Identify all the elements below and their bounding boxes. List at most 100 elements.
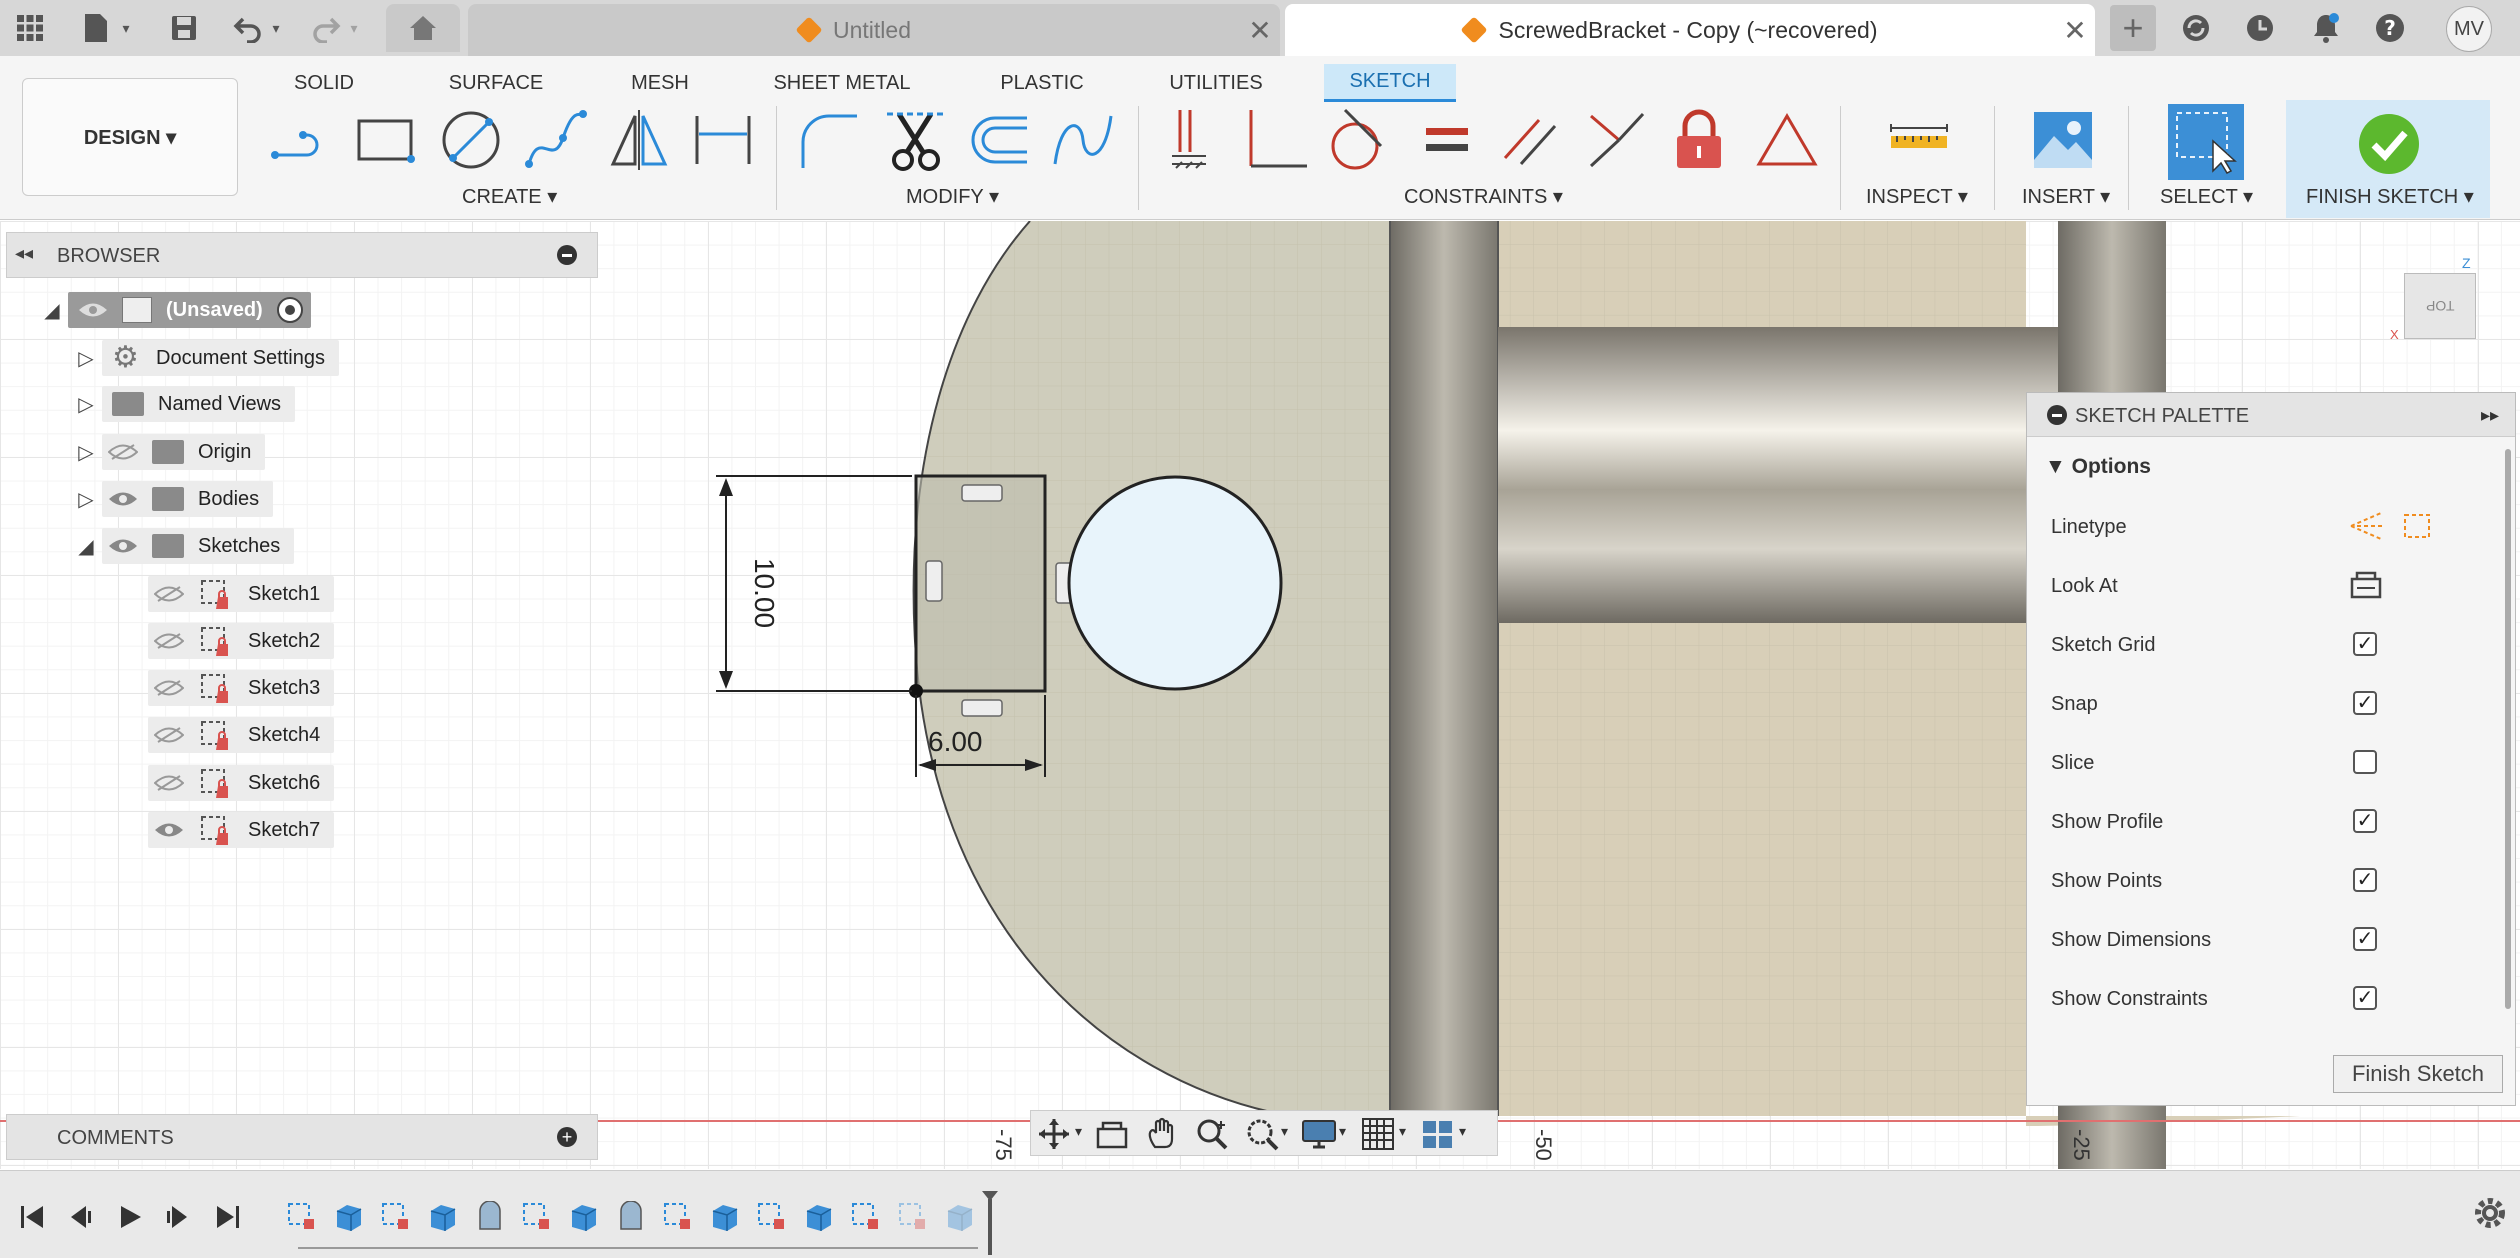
palette-option-checkbox[interactable]: ✓ — [2353, 632, 2377, 656]
height-dimension-value[interactable]: 10.00 — [748, 553, 780, 633]
palette-option-checkbox[interactable]: ✓ — [2353, 691, 2377, 715]
play-icon[interactable] — [112, 1199, 148, 1235]
palette-minimize-icon[interactable] — [2047, 405, 2067, 425]
browser-sketch-item[interactable]: Sketch1 — [148, 576, 335, 612]
save-icon[interactable] — [164, 8, 204, 48]
file-menu-dropdown-icon[interactable]: ▾ — [116, 8, 136, 48]
timeline-extrude-icon[interactable] — [709, 1201, 741, 1238]
browser-item-bodies[interactable]: ▷ Bodies — [70, 481, 274, 517]
timeline-extrude-icon[interactable] — [427, 1201, 459, 1238]
constraints-menu[interactable]: CONSTRAINTS ▾ — [1404, 184, 1563, 209]
width-dimension-value[interactable]: 6.00 — [928, 726, 983, 758]
timeline-marker[interactable] — [982, 1191, 998, 1260]
curve-tool-icon[interactable] — [1048, 104, 1118, 176]
modify-menu[interactable]: MODIFY ▾ — [906, 184, 999, 209]
finish-sketch-menu[interactable]: FINISH SKETCH ▾ — [2306, 184, 2474, 209]
tab-solid[interactable]: SOLID — [278, 64, 370, 102]
timeline-sketch-icon[interactable] — [850, 1201, 882, 1238]
measure-ruler-icon[interactable] — [1884, 104, 1954, 176]
timeline-settings-gear-icon[interactable] — [2472, 1195, 2508, 1236]
dimension-tool-icon[interactable] — [688, 104, 758, 176]
zoom-icon[interactable] — [1195, 1117, 1229, 1156]
hidden-eye-icon[interactable] — [154, 679, 184, 697]
expand-triangle-icon[interactable]: ▷ — [70, 440, 102, 465]
visibility-eye-icon[interactable] — [108, 490, 138, 508]
timeline-sketch-icon[interactable] — [662, 1201, 694, 1238]
hidden-eye-icon[interactable] — [108, 443, 138, 461]
go-to-start-icon[interactable] — [14, 1199, 50, 1235]
redo-dropdown-icon[interactable]: ▾ — [344, 8, 364, 48]
help-icon[interactable]: ? — [2370, 8, 2410, 48]
browser-root[interactable]: ◢ (Unsaved) — [36, 292, 311, 328]
tab-plastic[interactable]: PLASTIC — [988, 64, 1096, 102]
display-settings-icon[interactable] — [1301, 1117, 1337, 1156]
viewports-dropdown-icon[interactable]: ▾ — [1459, 1123, 1466, 1140]
close-tab-icon[interactable]: ✕ — [2055, 14, 2095, 47]
view-cube[interactable]: TOP — [2404, 273, 2476, 339]
tab-sketch[interactable]: SKETCH — [1324, 64, 1456, 102]
activate-radio-icon[interactable] — [276, 297, 303, 323]
browser-sketch-item[interactable]: Sketch4 — [148, 717, 335, 753]
select-box-icon[interactable] — [2168, 104, 2244, 180]
file-menu-icon[interactable] — [76, 8, 116, 48]
look-at-icon[interactable] — [2349, 569, 2383, 606]
tab-surface[interactable]: SURFACE — [440, 64, 552, 102]
browser-item-sketches[interactable]: ◢ Sketches — [70, 528, 295, 564]
extensions-icon[interactable] — [2176, 8, 2216, 48]
browser-minimize-icon[interactable] — [557, 245, 577, 265]
timeline-extrude-icon[interactable] — [568, 1201, 600, 1238]
insert-image-icon[interactable] — [2028, 104, 2098, 176]
construction-linetype-icon[interactable] — [2347, 509, 2385, 548]
options-section[interactable]: ▼ Options — [2045, 455, 2151, 479]
timeline-sketch-icon[interactable] — [756, 1201, 788, 1238]
tab-sheet-metal[interactable]: SHEET METAL — [768, 64, 916, 102]
browser-sketch-item[interactable]: Sketch2 — [148, 623, 335, 659]
timeline-extrude-icon[interactable] — [944, 1201, 976, 1238]
visibility-eye-icon[interactable] — [154, 821, 184, 839]
display-dropdown-icon[interactable]: ▾ — [1339, 1123, 1346, 1140]
close-tab-icon[interactable]: ✕ — [1240, 14, 1280, 47]
new-tab-button[interactable]: + — [2110, 5, 2156, 51]
hidden-eye-icon[interactable] — [154, 585, 184, 603]
undo-icon[interactable] — [228, 8, 268, 48]
circle-tool-icon[interactable] — [436, 104, 506, 176]
expand-palette-icon[interactable]: ▸▸ — [2481, 405, 2499, 426]
equal-constraint-icon[interactable] — [1412, 104, 1482, 176]
timeline-revolve-icon[interactable] — [474, 1200, 506, 1238]
line-tool-icon[interactable] — [266, 104, 336, 176]
user-avatar[interactable]: MV — [2446, 6, 2492, 52]
fix-lock-icon[interactable] — [1664, 104, 1734, 176]
step-forward-icon[interactable] — [160, 1199, 196, 1235]
go-to-end-icon[interactable] — [210, 1199, 246, 1235]
rectangle-tool-icon[interactable] — [350, 104, 420, 176]
triangle-constraint-icon[interactable] — [1752, 104, 1822, 176]
visibility-eye-icon[interactable] — [108, 537, 138, 555]
step-back-icon[interactable] — [62, 1199, 98, 1235]
collapse-triangle-icon[interactable]: ◢ — [70, 534, 102, 559]
tab-utilities[interactable]: UTILITIES — [1160, 64, 1272, 102]
home-tab[interactable] — [386, 4, 460, 52]
collinear-constraint-icon[interactable] — [1580, 104, 1650, 176]
hidden-eye-icon[interactable] — [154, 632, 184, 650]
inspect-menu[interactable]: INSPECT ▾ — [1866, 184, 1968, 209]
timeline-sketch-icon[interactable] — [521, 1201, 553, 1238]
browser-sketch-item[interactable]: Sketch3 — [148, 670, 335, 706]
palette-option-checkbox[interactable]: ✓ — [2353, 986, 2377, 1010]
palette-option-checkbox[interactable]: ✓ — [2353, 927, 2377, 951]
browser-item-document-settings[interactable]: ▷ ⚙ Document Settings — [70, 340, 339, 376]
redo-icon[interactable] — [306, 8, 346, 48]
browser-sketch-item[interactable]: Sketch6 — [148, 765, 335, 801]
collapse-triangle-icon[interactable]: ◢ — [36, 298, 68, 323]
timeline-sketch-icon[interactable] — [380, 1201, 412, 1238]
timeline-revolve-icon[interactable] — [615, 1200, 647, 1238]
hidden-eye-icon[interactable] — [154, 726, 184, 744]
finish-sketch-checkmark-icon[interactable] — [2354, 108, 2424, 180]
zoom-dropdown-icon[interactable]: ▾ — [1281, 1123, 1288, 1140]
undo-dropdown-icon[interactable]: ▾ — [266, 8, 286, 48]
perpendicular-constraint-icon[interactable] — [1240, 104, 1310, 176]
timeline-sketch-icon[interactable] — [897, 1201, 929, 1238]
pan-hand-icon[interactable] — [1145, 1117, 1179, 1156]
look-at-nav-icon[interactable] — [1095, 1117, 1129, 1156]
expand-triangle-icon[interactable]: ▷ — [70, 487, 102, 512]
create-menu[interactable]: CREATE ▾ — [462, 184, 557, 209]
